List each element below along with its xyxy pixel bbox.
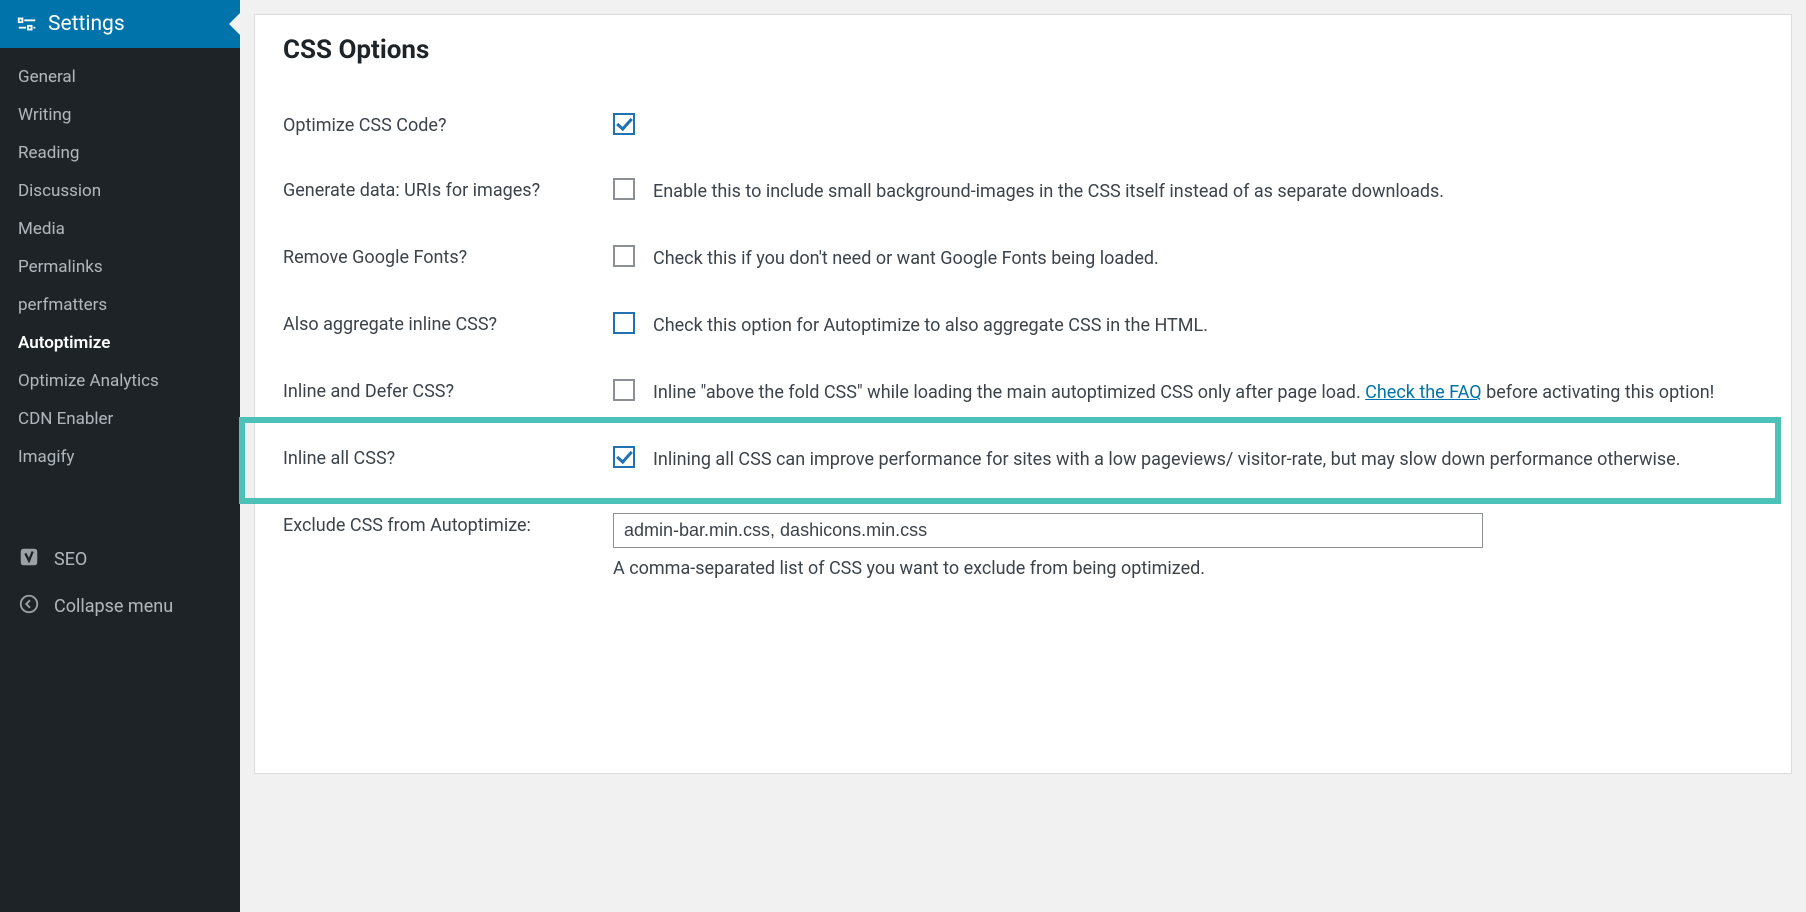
sidebar-item-permalinks[interactable]: Permalinks bbox=[0, 248, 240, 286]
sidebar-item-discussion[interactable]: Discussion bbox=[0, 172, 240, 210]
main-content: CSS Options Optimize CSS Code? Generate … bbox=[240, 0, 1806, 912]
sidebar-item-cdn-enabler[interactable]: CDN Enabler bbox=[0, 400, 240, 438]
sidebar-header-settings[interactable]: Settings bbox=[0, 0, 240, 48]
data-uri-checkbox[interactable] bbox=[613, 178, 635, 200]
sidebar-header-label: Settings bbox=[48, 12, 125, 36]
settings-panel: CSS Options Optimize CSS Code? Generate … bbox=[254, 14, 1792, 774]
collapse-icon bbox=[18, 593, 40, 620]
yoast-icon bbox=[18, 546, 40, 573]
exclude-css-label: Exclude CSS from Autoptimize: bbox=[283, 493, 613, 599]
admin-sidebar: Settings General Writing Reading Discuss… bbox=[0, 0, 240, 912]
aggregate-inline-css-checkbox[interactable] bbox=[613, 312, 635, 334]
section-title: CSS Options bbox=[283, 35, 1763, 65]
inline-all-css-checkbox[interactable] bbox=[613, 446, 635, 468]
sidebar-item-media[interactable]: Media bbox=[0, 210, 240, 248]
sidebar-item-label: SEO bbox=[54, 549, 87, 570]
sidebar-item-imagify[interactable]: Imagify bbox=[0, 438, 240, 476]
data-uri-label: Generate data: URIs for images? bbox=[283, 158, 613, 225]
sidebar-item-autoptimize[interactable]: Autoptimize bbox=[0, 324, 240, 362]
inline-all-css-desc: Inlining all CSS can improve performance… bbox=[653, 446, 1763, 473]
sidebar-item-writing[interactable]: Writing bbox=[0, 96, 240, 134]
check-faq-link[interactable]: Check the FAQ bbox=[1365, 382, 1481, 403]
optimize-css-label: Optimize CSS Code? bbox=[283, 93, 613, 158]
inline-all-css-label: Inline all CSS? bbox=[283, 426, 613, 493]
sidebar-item-label: Collapse menu bbox=[54, 596, 173, 617]
sidebar-collapse-menu[interactable]: Collapse menu bbox=[0, 583, 240, 630]
optimize-css-checkbox[interactable] bbox=[613, 113, 635, 135]
settings-icon bbox=[16, 13, 38, 35]
sidebar-item-optimize-analytics[interactable]: Optimize Analytics bbox=[0, 362, 240, 400]
sidebar-item-reading[interactable]: Reading bbox=[0, 134, 240, 172]
remove-google-fonts-checkbox[interactable] bbox=[613, 245, 635, 267]
exclude-css-input[interactable] bbox=[613, 513, 1483, 548]
remove-google-fonts-desc: Check this if you don't need or want Goo… bbox=[653, 245, 1763, 272]
aggregate-inline-css-desc: Check this option for Autoptimize to als… bbox=[653, 312, 1763, 339]
sidebar-item-seo[interactable]: SEO bbox=[0, 536, 240, 583]
sidebar-item-general[interactable]: General bbox=[0, 58, 240, 96]
sidebar-settings-submenu: General Writing Reading Discussion Media… bbox=[0, 48, 240, 486]
sidebar-extra-menu: SEO Collapse menu bbox=[0, 526, 240, 640]
inline-defer-css-label: Inline and Defer CSS? bbox=[283, 359, 613, 426]
inline-defer-css-desc: Inline "above the fold CSS" while loadin… bbox=[653, 379, 1763, 406]
exclude-css-desc: A comma-separated list of CSS you want t… bbox=[613, 558, 1483, 579]
data-uri-desc: Enable this to include small background-… bbox=[653, 178, 1763, 205]
sidebar-item-perfmatters[interactable]: perfmatters bbox=[0, 286, 240, 324]
aggregate-inline-css-label: Also aggregate inline CSS? bbox=[283, 292, 613, 359]
inline-defer-css-checkbox[interactable] bbox=[613, 379, 635, 401]
remove-google-fonts-label: Remove Google Fonts? bbox=[283, 225, 613, 292]
